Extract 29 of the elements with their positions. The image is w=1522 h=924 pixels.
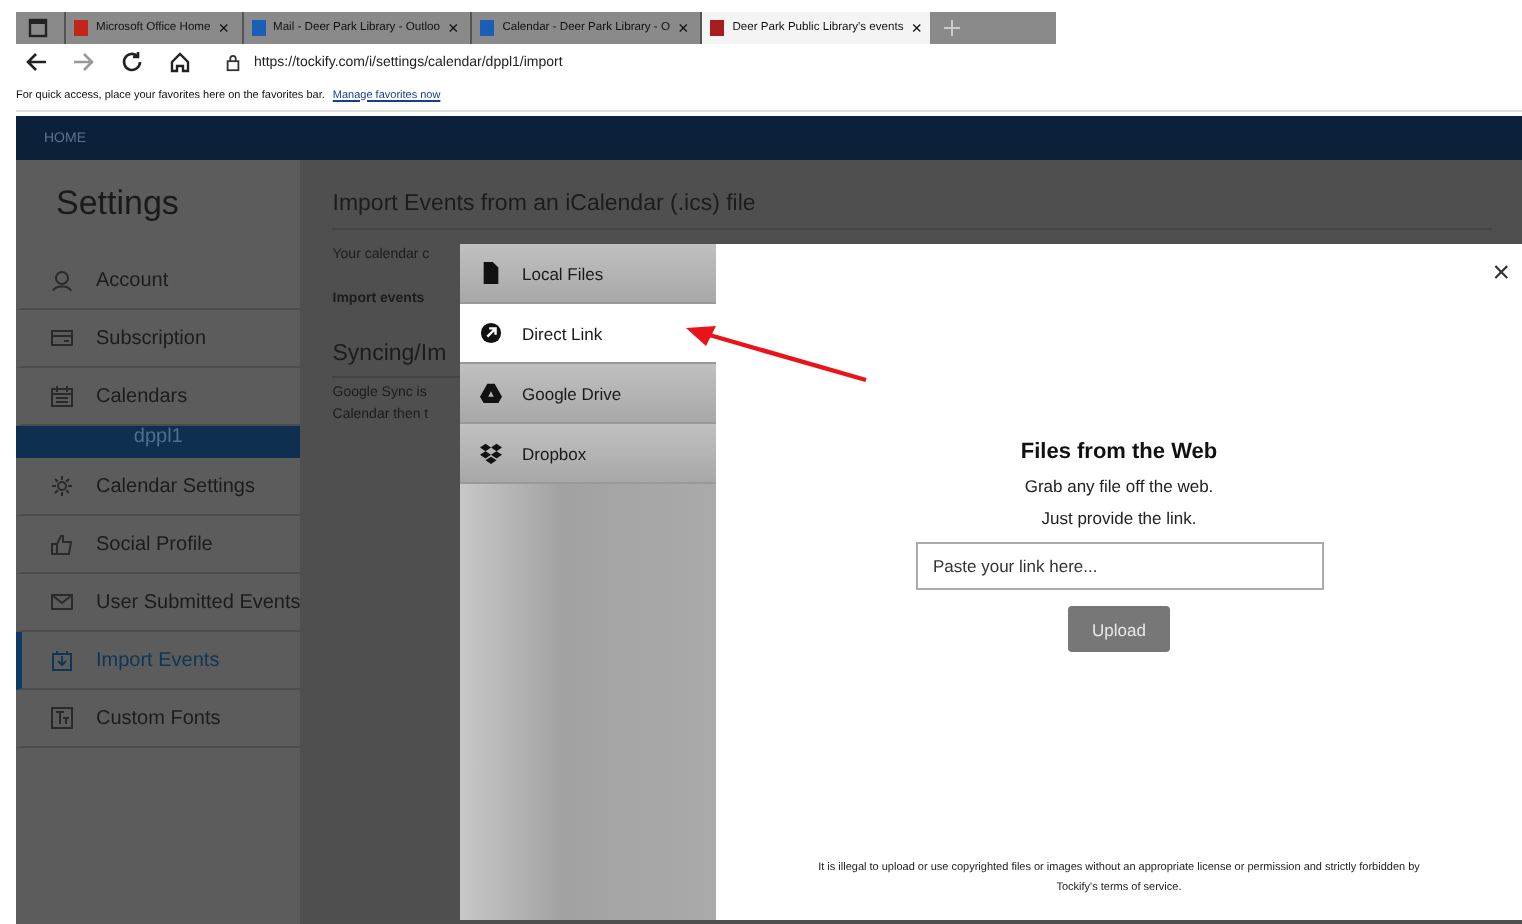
window-menu-icon[interactable] [28,18,48,38]
drive-icon [480,382,502,404]
user-icon [50,268,74,292]
settings-title: Settings [54,184,181,226]
upload-button[interactable]: Upload [1068,606,1170,652]
calendar-icon [50,384,74,408]
source-tab[interactable]: Direct Link [460,304,716,364]
reload-icon[interactable] [120,50,144,74]
dropbox-icon [480,442,502,464]
home-icon[interactable] [168,50,192,74]
link-input[interactable]: Paste your link here... [915,542,1323,590]
envelope-icon [50,590,74,614]
file-icon [480,262,502,284]
gear-icon [50,474,74,498]
forward-icon[interactable] [72,50,96,74]
import-icon [50,648,74,672]
link-icon [480,322,502,344]
source-tab[interactable]: Dropbox [460,424,716,484]
source-tab[interactable]: Local Files [460,244,716,304]
hint-text: Grab any file off the web. [1024,476,1214,496]
thumbs-up-icon [50,532,74,556]
back-icon[interactable] [24,50,48,74]
close-button[interactable]: × [1488,256,1514,290]
files-heading: Files from the Web [1020,440,1218,464]
font-icon [50,706,74,730]
hint-text: Just provide the link. [1041,508,1197,528]
source-tab[interactable]: Google Drive [460,364,716,424]
card-icon [50,326,74,350]
lock-icon [224,53,242,71]
